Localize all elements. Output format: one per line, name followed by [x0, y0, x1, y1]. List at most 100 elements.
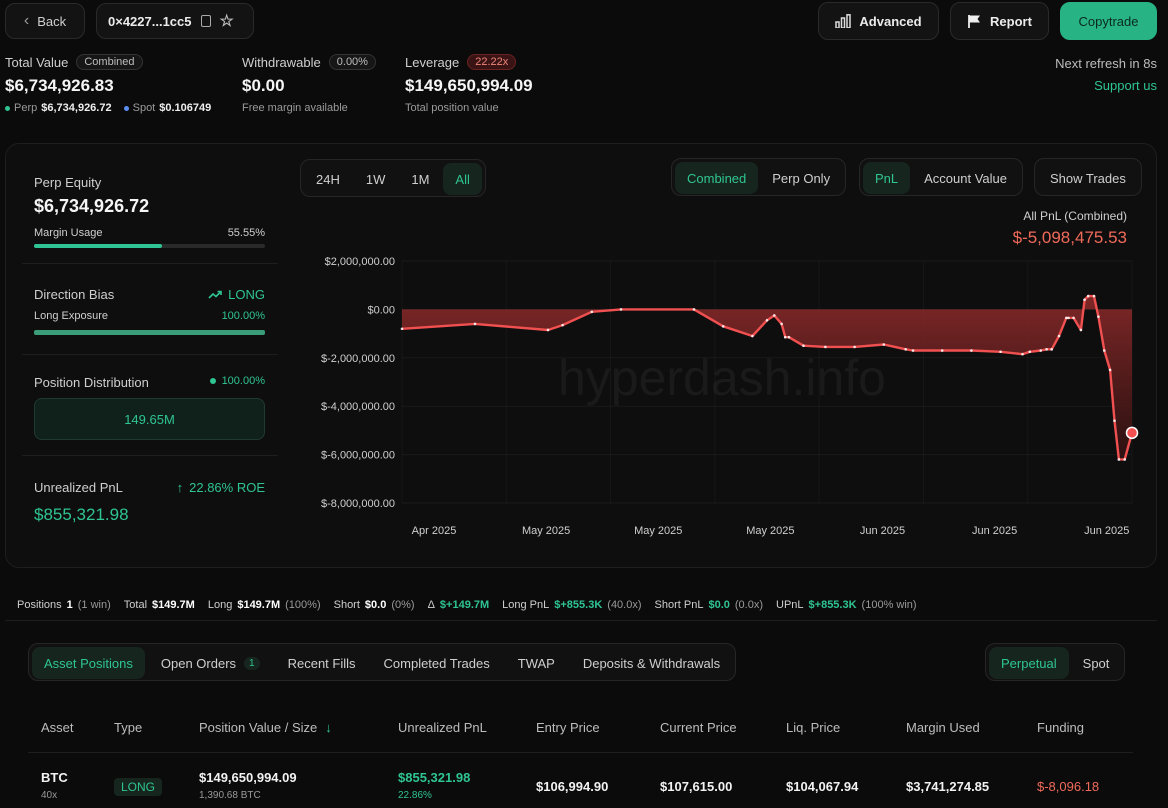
- x-tick-label: May 2025: [634, 525, 682, 537]
- advanced-label: Advanced: [859, 13, 922, 29]
- long-dot-icon: [209, 378, 216, 384]
- upnl-label: Unrealized PnL: [34, 480, 123, 495]
- leverage-label: Leverage: [405, 54, 460, 70]
- side-divider: [22, 263, 278, 264]
- copytrade-button[interactable]: Copytrade: [1060, 2, 1157, 40]
- report-label: Report: [990, 13, 1032, 29]
- header-current-price[interactable]: Current Price: [660, 720, 737, 735]
- header-funding[interactable]: Funding: [1037, 720, 1084, 735]
- long-pct: (100%): [285, 599, 321, 611]
- table-row[interactable]: BTC 40x LONG $149,650,994.09 1,390.68 BT…: [0, 760, 1168, 808]
- metric-selector: PnL Account Value: [859, 158, 1024, 196]
- margin-usage-bar: [34, 244, 265, 248]
- refresh-status: Next refresh in 8s: [1055, 56, 1157, 71]
- delta-value: $+149.7M: [439, 599, 490, 611]
- distribution-bar[interactable]: 149.65M: [34, 398, 265, 440]
- market-spot[interactable]: Spot: [1071, 647, 1122, 679]
- wallet-address: 0×4227...1cc5: [108, 13, 192, 29]
- data-point: [783, 335, 787, 339]
- data-point: [1086, 294, 1090, 298]
- direction-indicator: LONG: [208, 287, 265, 302]
- data-point: [882, 343, 886, 346]
- upnl-total: $+855.3K: [808, 599, 857, 611]
- positions-label: Positions: [17, 599, 62, 611]
- perp-dot-icon: [5, 105, 10, 111]
- market-perpetual[interactable]: Perpetual: [989, 647, 1069, 679]
- withdrawable-sub: Free margin available: [242, 102, 348, 114]
- advanced-button[interactable]: Advanced: [818, 2, 939, 40]
- header-margin-used[interactable]: Margin Used: [906, 720, 980, 735]
- tab-open-orders-label: Open Orders: [160, 655, 237, 671]
- short-pnl-value: $0.0: [708, 599, 730, 611]
- support-link[interactable]: Support us: [1094, 78, 1157, 93]
- tab-deposits-withdrawals[interactable]: Deposits & Withdrawals: [571, 647, 732, 679]
- tab-twap[interactable]: TWAP: [506, 647, 567, 679]
- data-point: [765, 318, 769, 322]
- range-selector: 24H 1W 1M All: [300, 159, 486, 197]
- long-exposure-fill: [34, 330, 265, 335]
- y-tick-label: $2,000,000.00: [325, 256, 395, 268]
- data-point: [1079, 328, 1083, 332]
- withdrawable-label: Withdrawable: [242, 54, 321, 70]
- tab-completed-trades[interactable]: Completed Trades: [372, 647, 502, 679]
- header-asset[interactable]: Asset: [41, 720, 74, 735]
- data-point: [1067, 316, 1070, 320]
- report-button[interactable]: Report: [950, 2, 1049, 40]
- long-label: Long: [207, 599, 233, 611]
- copy-icon[interactable]: [200, 15, 211, 27]
- cell-current-price: $107,615.00: [660, 779, 733, 794]
- data-point: [1050, 348, 1053, 351]
- header-entry-price[interactable]: Entry Price: [536, 720, 600, 735]
- address-chip: 0×4227...1cc5 ☆: [96, 3, 254, 39]
- header-type[interactable]: Type: [114, 720, 142, 735]
- positions-wins: (1 win): [77, 599, 111, 611]
- x-tick-label: Jun 2025: [972, 525, 1017, 537]
- long-exposure-value: 100.00%: [221, 310, 265, 322]
- range-1m[interactable]: 1M: [399, 163, 441, 195]
- total-value-label: Total Value: [5, 54, 69, 70]
- data-point: [546, 328, 550, 332]
- star-icon[interactable]: ☆: [220, 11, 234, 31]
- data-point: [1083, 298, 1086, 302]
- data-point: [1045, 348, 1048, 351]
- header-liq-price[interactable]: Liq. Price: [786, 720, 840, 735]
- market-selector: Perpetual Spot: [985, 643, 1126, 681]
- leverage-sub: Total position value: [405, 102, 499, 114]
- mode-combined[interactable]: Combined: [675, 162, 759, 194]
- arrow-up-icon: ↑: [176, 480, 184, 495]
- cell-margin-used: $3,741,274.85: [906, 779, 990, 794]
- upnl-note: (100% win): [861, 599, 917, 611]
- chart-title: All PnL (Combined): [1023, 209, 1127, 223]
- withdrawable-badge: 0.00%: [328, 54, 376, 70]
- data-point: [853, 345, 856, 349]
- data-point: [773, 314, 776, 317]
- total-value-block: Total Value Combined $6,734,926.83 Perp …: [5, 54, 211, 114]
- range-1w[interactable]: 1W: [354, 163, 398, 195]
- data-point: [473, 322, 477, 326]
- data-point: [940, 349, 944, 352]
- current-pnl-marker[interactable]: [1125, 426, 1139, 440]
- tab-recent-fills[interactable]: Recent Fills: [276, 647, 368, 679]
- data-point: [1108, 368, 1112, 372]
- range-24h[interactable]: 24H: [304, 163, 352, 195]
- mode-perp-only[interactable]: Perp Only: [760, 162, 842, 194]
- perp-label: Perp: [14, 102, 38, 114]
- data-point: [1117, 458, 1121, 461]
- header-position-value[interactable]: Position Value / Size ↓: [199, 720, 332, 735]
- distribution-indicator: 100.00%: [209, 375, 265, 387]
- show-trades-button[interactable]: Show Trades: [1034, 158, 1142, 196]
- perp-value: $6,734,926.72: [41, 102, 112, 114]
- copytrade-label: Copytrade: [1078, 13, 1139, 29]
- range-all[interactable]: All: [443, 163, 482, 195]
- tab-asset-positions[interactable]: Asset Positions: [32, 647, 145, 679]
- metric-pnl[interactable]: PnL: [863, 162, 911, 194]
- header-unrealized-pnl[interactable]: Unrealized PnL: [398, 720, 487, 735]
- tab-open-orders[interactable]: Open Orders 1: [149, 647, 272, 679]
- data-point: [904, 348, 907, 351]
- back-button[interactable]: ‹ Back: [5, 3, 85, 39]
- trending-up-icon: [208, 290, 222, 299]
- metric-account-value[interactable]: Account Value: [912, 162, 1019, 194]
- leverage-value: $149,650,994.09: [405, 76, 533, 95]
- short-value: $0.0: [364, 599, 387, 611]
- stats-strip: Positions 1 (1 win) Total $149.7M Long $…: [17, 599, 917, 611]
